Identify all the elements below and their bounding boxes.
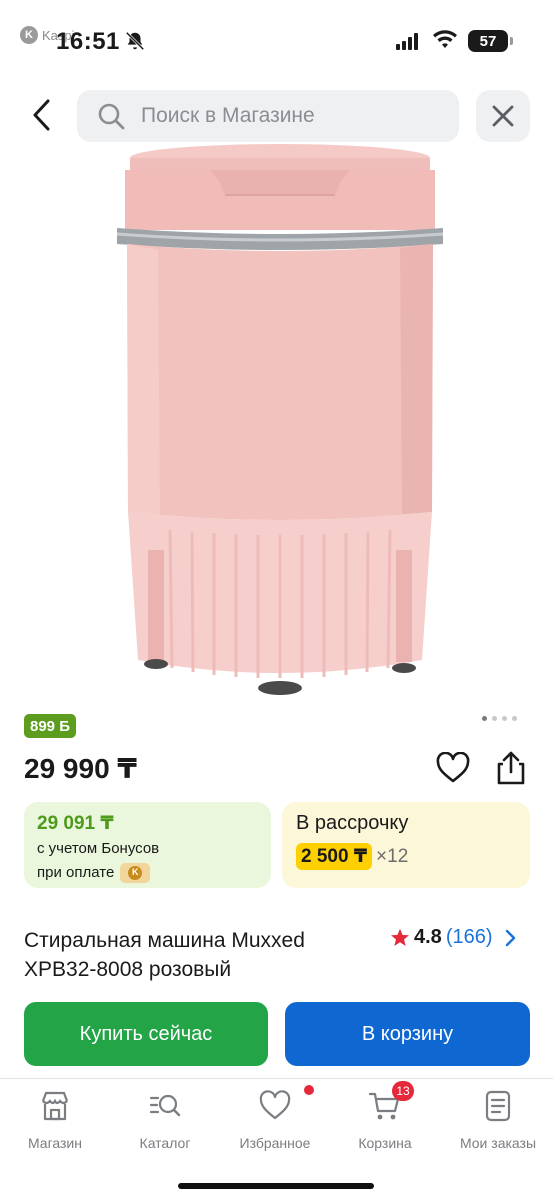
nav-label-catalog: Каталог <box>139 1135 191 1151</box>
status-bar: K Kaspi 16:51 57 <box>0 0 553 80</box>
installment-card[interactable]: В рассрочку 2 500 ₸ ×12 <box>282 802 530 888</box>
installment-amount: 2 500 ₸ <box>296 843 373 870</box>
cellular-signal-icon <box>396 33 418 50</box>
nav-item-shop[interactable]: Магазин <box>0 1089 110 1151</box>
rating-link[interactable]: 4.8 (166) <box>390 926 517 949</box>
store-icon <box>41 1091 69 1121</box>
product-title: Стиральная машина Muxxed XPB32-8008 розо… <box>24 929 305 981</box>
close-icon <box>492 105 514 127</box>
chevron-left-icon <box>33 99 50 131</box>
kaspi-gold-icon: K <box>120 862 151 883</box>
gallery-dots[interactable] <box>482 716 517 721</box>
bonus-price-card[interactable]: 29 091 ₸ с учетом Бонусов при оплате K <box>24 802 271 888</box>
wifi-icon <box>433 30 457 48</box>
favorites-icon-wrap <box>258 1085 314 1123</box>
reviews-count[interactable]: (166) <box>446 926 493 949</box>
orders-list-icon <box>485 1090 511 1122</box>
star-icon <box>391 928 409 946</box>
gallery-dot[interactable] <box>482 716 487 721</box>
home-indicator[interactable] <box>178 1183 374 1189</box>
back-button[interactable] <box>22 92 62 138</box>
kaspi-badge-icon: K <box>20 26 38 44</box>
battery-indicator: 57 <box>468 30 513 52</box>
bonus-line-1: с учетом Бонусов <box>37 840 160 857</box>
catalog-search-icon <box>149 1094 181 1117</box>
nav-item-cart[interactable]: 13 Корзина <box>330 1081 440 1151</box>
cart-icon-wrap: 13 <box>368 1081 414 1123</box>
bonus-price-amount: 29 091 ₸ <box>37 813 114 834</box>
bell-off-icon <box>125 31 145 51</box>
product-image[interactable] <box>100 140 460 700</box>
bonus-line-2-wrap: при оплате K <box>37 862 258 883</box>
status-time: 16:51 <box>56 28 120 55</box>
chevron-right-icon <box>505 929 515 946</box>
search-placeholder: Поиск в Магазине <box>141 104 315 127</box>
gallery-dot[interactable] <box>502 716 507 721</box>
buy-now-button[interactable]: Купить сейчас <box>24 1002 268 1066</box>
close-search-button[interactable] <box>476 90 530 142</box>
rating-value: 4.8 <box>414 926 442 948</box>
search-icon <box>98 103 125 130</box>
nav-item-favorites[interactable]: Избранное <box>220 1085 330 1151</box>
installment-title: В рассрочку <box>296 812 409 834</box>
product-price: 29 990 ₸ <box>24 753 137 784</box>
gallery-dot[interactable] <box>512 716 517 721</box>
heart-icon <box>259 1090 291 1120</box>
add-to-cart-button[interactable]: В корзину <box>285 1002 530 1066</box>
share-icon[interactable] <box>494 750 528 786</box>
cart-count-badge: 13 <box>392 1081 414 1101</box>
nav-label-shop: Магазин <box>27 1135 82 1151</box>
nav-label-orders: Мои заказы <box>459 1135 537 1151</box>
bonus-badge: 899 Б <box>24 714 76 738</box>
bonus-line-2: при оплате <box>37 864 115 881</box>
bottom-nav: Магазин Каталог Избранное 13 Корзина Мои… <box>0 1078 553 1200</box>
notification-dot <box>304 1085 314 1095</box>
search-input[interactable]: Поиск в Магазине <box>77 90 459 142</box>
nav-label-cart: Корзина <box>358 1135 412 1151</box>
favorite-heart-icon[interactable] <box>436 752 470 784</box>
gallery-dot[interactable] <box>492 716 497 721</box>
nav-item-catalog[interactable]: Каталог <box>110 1089 220 1151</box>
nav-item-orders[interactable]: Мои заказы <box>443 1089 553 1151</box>
nav-label-favorites: Избранное <box>239 1135 311 1151</box>
installment-months: ×12 <box>376 845 409 867</box>
